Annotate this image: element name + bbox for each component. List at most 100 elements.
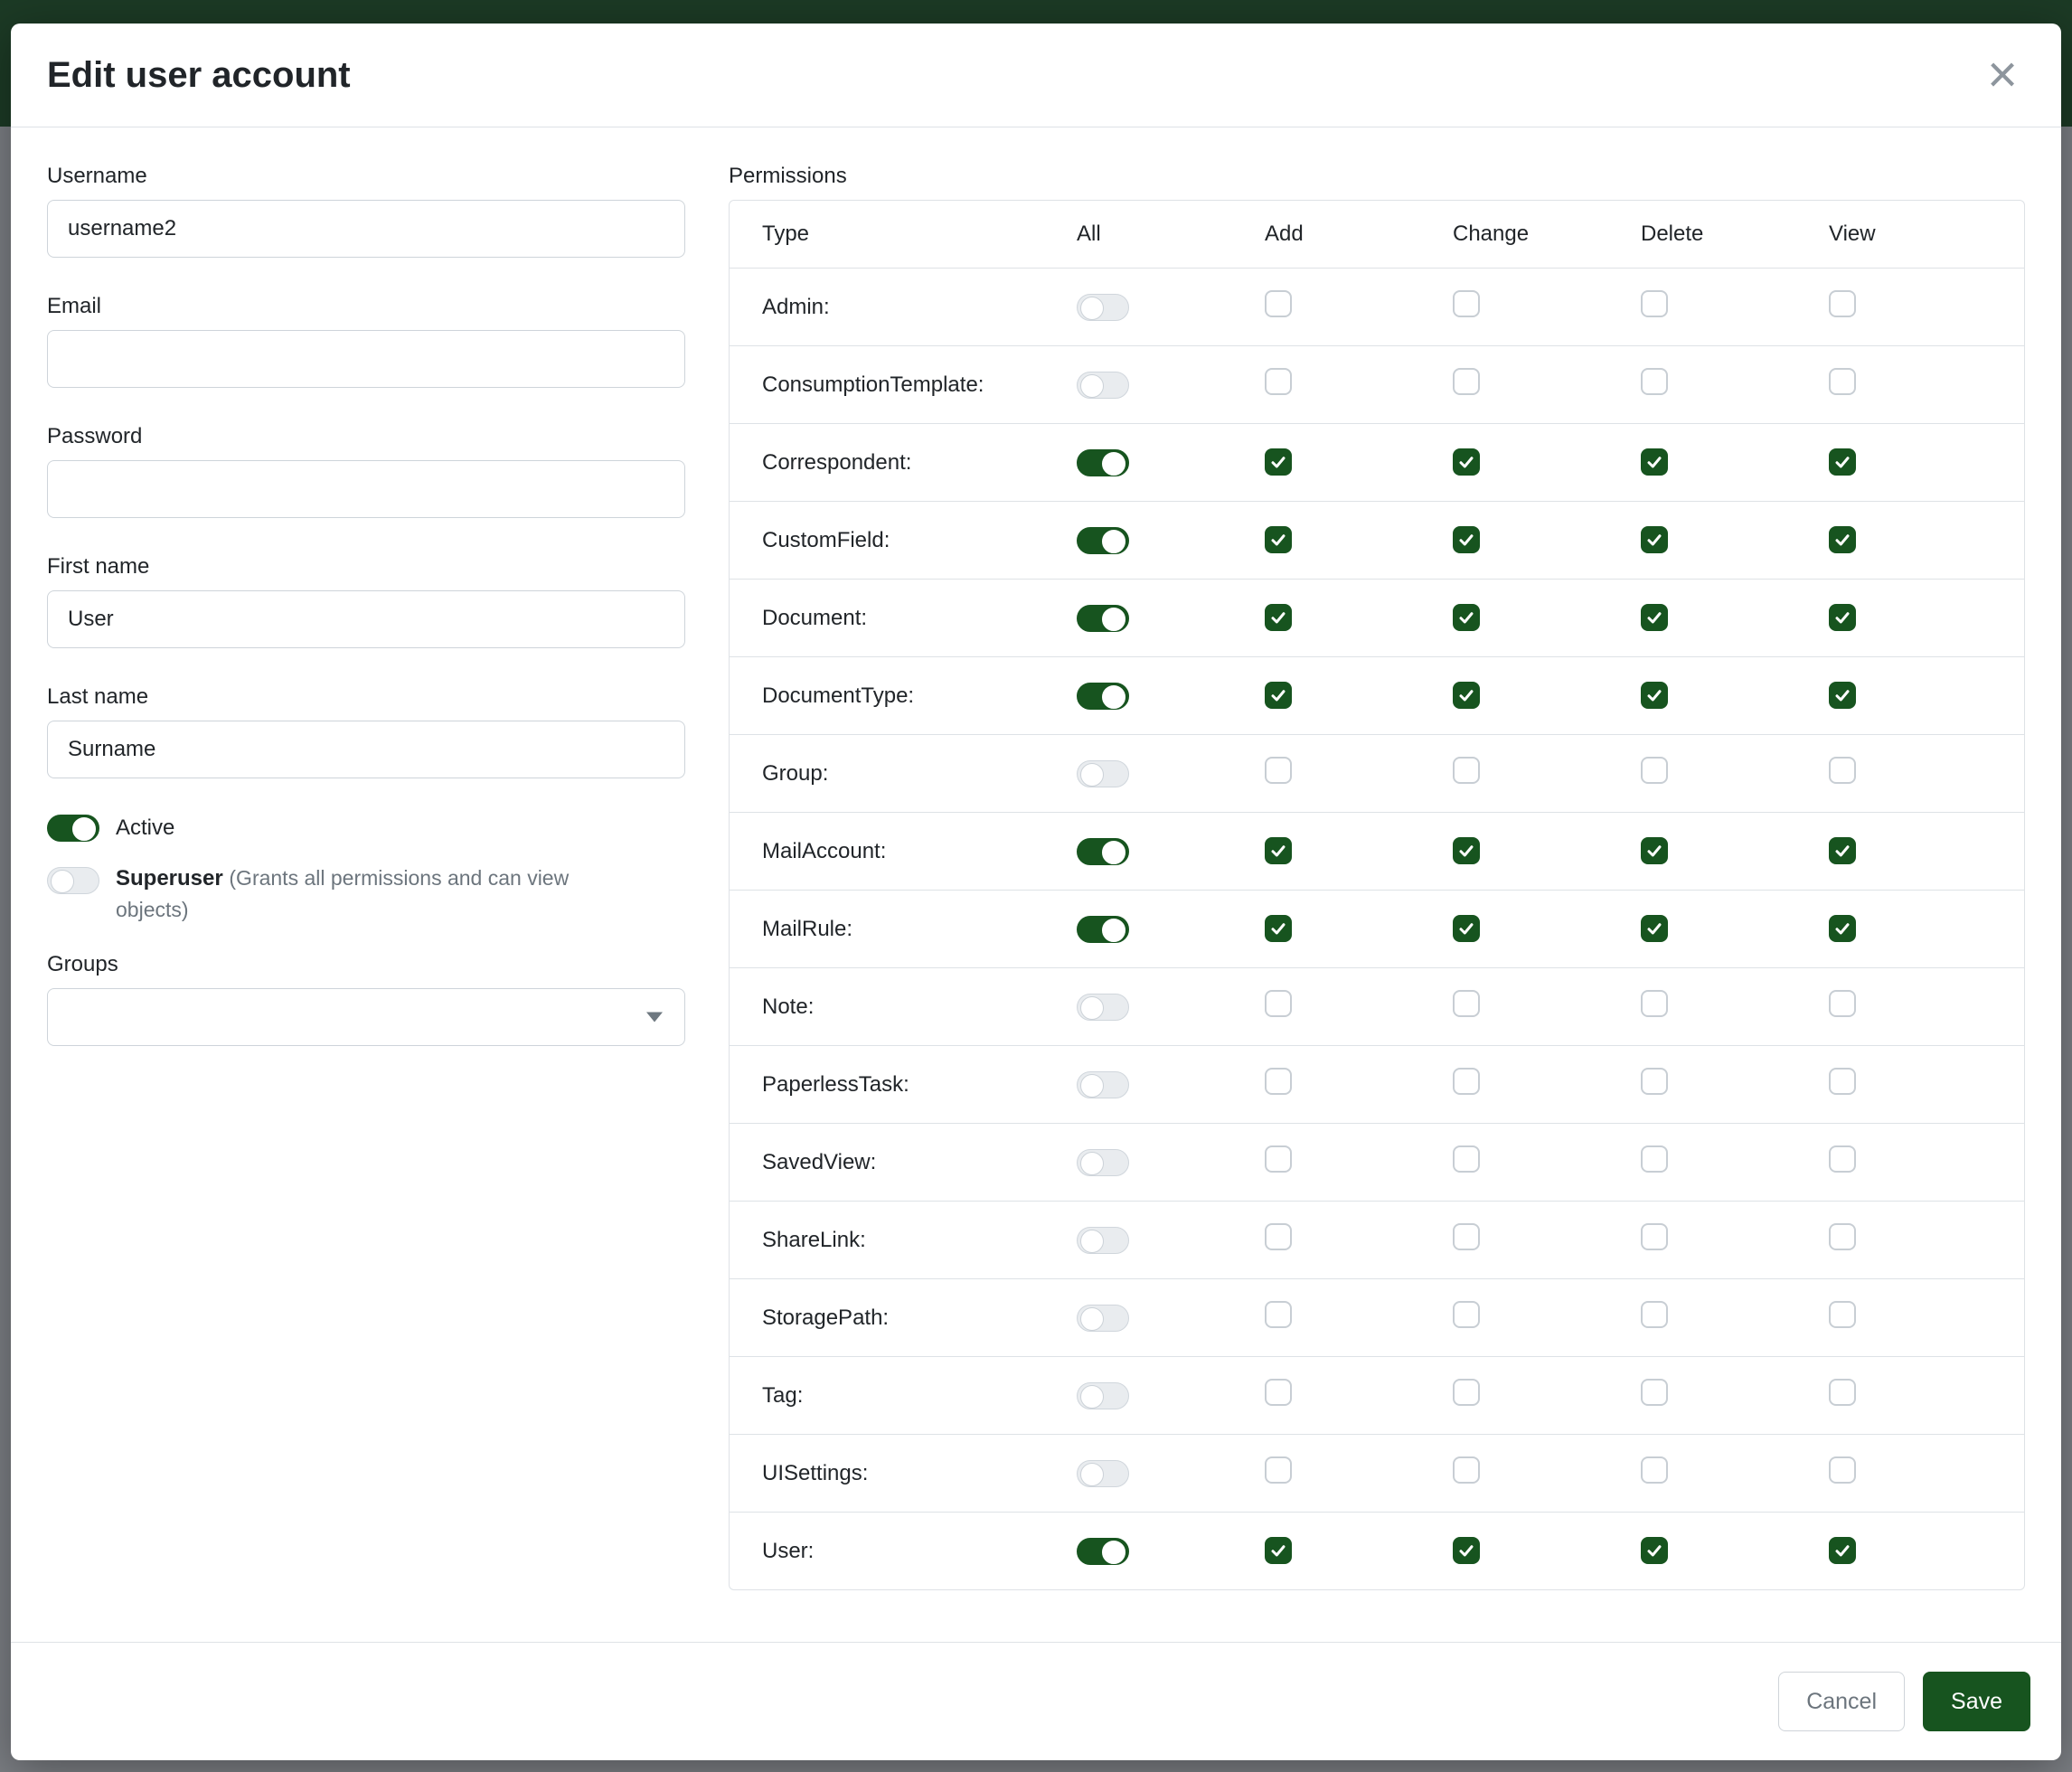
first-name-input[interactable] <box>47 590 685 648</box>
permission-change-checkbox[interactable] <box>1453 1537 1480 1564</box>
permission-all-toggle[interactable] <box>1077 1071 1129 1098</box>
permission-change-checkbox[interactable] <box>1453 757 1480 784</box>
permission-delete-checkbox[interactable] <box>1641 290 1668 317</box>
permission-add-checkbox[interactable] <box>1265 1537 1292 1564</box>
permission-add-cell <box>1265 757 1453 790</box>
close-icon[interactable]: × <box>1980 49 2025 101</box>
permission-all-toggle[interactable] <box>1077 605 1129 632</box>
permission-delete-checkbox[interactable] <box>1641 837 1668 864</box>
permission-view-checkbox[interactable] <box>1829 1456 1856 1484</box>
permission-all-toggle[interactable] <box>1077 760 1129 787</box>
permission-view-cell <box>1829 1145 2024 1179</box>
permission-view-checkbox[interactable] <box>1829 448 1856 476</box>
permission-all-toggle[interactable] <box>1077 916 1129 943</box>
permission-add-checkbox[interactable] <box>1265 526 1292 553</box>
groups-select[interactable] <box>47 988 685 1046</box>
permission-view-checkbox[interactable] <box>1829 1301 1856 1328</box>
permission-delete-checkbox[interactable] <box>1641 604 1668 631</box>
permission-view-checkbox[interactable] <box>1829 526 1856 553</box>
active-toggle[interactable] <box>47 815 99 842</box>
permission-delete-checkbox[interactable] <box>1641 1145 1668 1173</box>
permission-add-checkbox[interactable] <box>1265 290 1292 317</box>
permission-change-checkbox[interactable] <box>1453 837 1480 864</box>
permission-view-checkbox[interactable] <box>1829 1145 1856 1173</box>
permission-delete-checkbox[interactable] <box>1641 526 1668 553</box>
permission-view-checkbox[interactable] <box>1829 757 1856 784</box>
permission-change-checkbox[interactable] <box>1453 1301 1480 1328</box>
permission-add-checkbox[interactable] <box>1265 368 1292 395</box>
permission-delete-checkbox[interactable] <box>1641 915 1668 942</box>
permission-change-checkbox[interactable] <box>1453 448 1480 476</box>
permission-view-checkbox[interactable] <box>1829 682 1856 709</box>
email-field[interactable] <box>47 330 685 388</box>
username-input[interactable] <box>47 200 685 258</box>
permission-delete-checkbox[interactable] <box>1641 448 1668 476</box>
permission-add-checkbox[interactable] <box>1265 915 1292 942</box>
permission-view-checkbox[interactable] <box>1829 1223 1856 1250</box>
permission-all-toggle[interactable] <box>1077 527 1129 554</box>
cancel-button[interactable]: Cancel <box>1778 1672 1905 1731</box>
permission-all-toggle[interactable] <box>1077 1149 1129 1176</box>
permission-view-checkbox[interactable] <box>1829 368 1856 395</box>
permission-change-checkbox[interactable] <box>1453 368 1480 395</box>
permission-add-checkbox[interactable] <box>1265 1456 1292 1484</box>
permission-all-toggle[interactable] <box>1077 1382 1129 1409</box>
permission-delete-checkbox[interactable] <box>1641 990 1668 1017</box>
permission-all-toggle[interactable] <box>1077 1460 1129 1487</box>
permission-all-toggle[interactable] <box>1077 1305 1129 1332</box>
permission-view-checkbox[interactable] <box>1829 1379 1856 1406</box>
permission-add-checkbox[interactable] <box>1265 1379 1292 1406</box>
permission-change-checkbox[interactable] <box>1453 990 1480 1017</box>
permission-delete-checkbox[interactable] <box>1641 682 1668 709</box>
permission-all-toggle[interactable] <box>1077 838 1129 865</box>
permission-change-checkbox[interactable] <box>1453 1379 1480 1406</box>
permission-add-checkbox[interactable] <box>1265 1223 1292 1250</box>
permission-change-checkbox[interactable] <box>1453 915 1480 942</box>
permission-view-checkbox[interactable] <box>1829 837 1856 864</box>
permission-view-checkbox[interactable] <box>1829 990 1856 1017</box>
permission-add-checkbox[interactable] <box>1265 1145 1292 1173</box>
permission-type-label: ShareLink: <box>730 1228 1077 1253</box>
permission-change-checkbox[interactable] <box>1453 604 1480 631</box>
permission-add-checkbox[interactable] <box>1265 757 1292 784</box>
permission-all-toggle[interactable] <box>1077 449 1129 476</box>
permission-add-checkbox[interactable] <box>1265 1301 1292 1328</box>
permission-all-toggle[interactable] <box>1077 683 1129 710</box>
password-field[interactable] <box>47 460 685 518</box>
permission-delete-checkbox[interactable] <box>1641 1379 1668 1406</box>
permission-delete-checkbox[interactable] <box>1641 1456 1668 1484</box>
permission-change-checkbox[interactable] <box>1453 1068 1480 1095</box>
permission-view-checkbox[interactable] <box>1829 290 1856 317</box>
permission-change-checkbox[interactable] <box>1453 290 1480 317</box>
permission-change-checkbox[interactable] <box>1453 682 1480 709</box>
permission-add-checkbox[interactable] <box>1265 1068 1292 1095</box>
permission-all-toggle[interactable] <box>1077 994 1129 1021</box>
permission-add-checkbox[interactable] <box>1265 682 1292 709</box>
permission-change-checkbox[interactable] <box>1453 1223 1480 1250</box>
permission-delete-checkbox[interactable] <box>1641 1537 1668 1564</box>
permission-change-checkbox[interactable] <box>1453 1456 1480 1484</box>
permission-all-toggle[interactable] <box>1077 1538 1129 1565</box>
permission-all-toggle[interactable] <box>1077 1227 1129 1254</box>
last-name-input[interactable] <box>47 721 685 778</box>
permission-change-checkbox[interactable] <box>1453 1145 1480 1173</box>
permission-add-checkbox[interactable] <box>1265 837 1292 864</box>
superuser-toggle[interactable] <box>47 867 99 894</box>
permission-add-checkbox[interactable] <box>1265 990 1292 1017</box>
permission-all-toggle[interactable] <box>1077 294 1129 321</box>
permission-delete-checkbox[interactable] <box>1641 1223 1668 1250</box>
permission-all-toggle[interactable] <box>1077 372 1129 399</box>
permission-add-checkbox[interactable] <box>1265 604 1292 631</box>
permission-change-checkbox[interactable] <box>1453 526 1480 553</box>
permission-view-checkbox[interactable] <box>1829 1068 1856 1095</box>
save-button[interactable]: Save <box>1923 1672 2030 1731</box>
permission-view-checkbox[interactable] <box>1829 915 1856 942</box>
permission-view-checkbox[interactable] <box>1829 604 1856 631</box>
permission-row: Correspondent: <box>730 423 2024 501</box>
permission-delete-checkbox[interactable] <box>1641 1068 1668 1095</box>
permission-delete-checkbox[interactable] <box>1641 1301 1668 1328</box>
permission-add-checkbox[interactable] <box>1265 448 1292 476</box>
permission-delete-checkbox[interactable] <box>1641 757 1668 784</box>
permission-view-checkbox[interactable] <box>1829 1537 1856 1564</box>
permission-delete-checkbox[interactable] <box>1641 368 1668 395</box>
